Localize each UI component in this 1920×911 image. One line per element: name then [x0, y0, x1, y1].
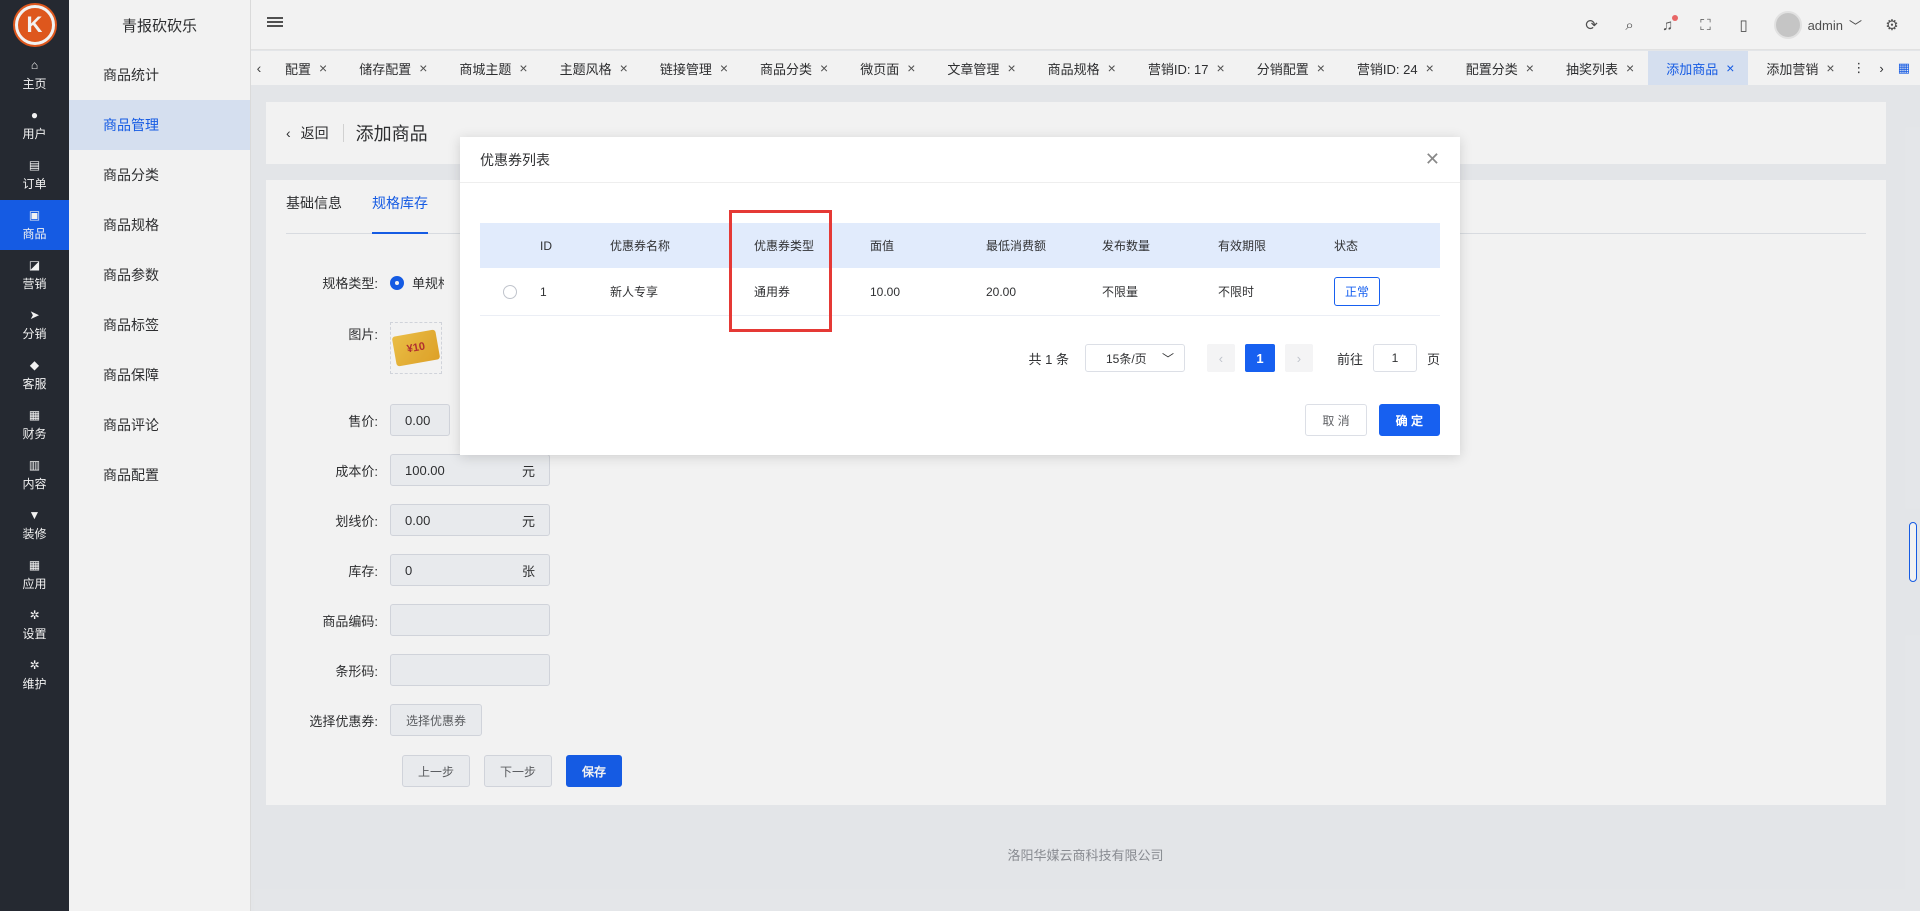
goto-page-input[interactable]: 1 [1372, 344, 1417, 372]
dialog-title: 优惠券列表 [480, 151, 550, 168]
col-type: 优惠券类型 [754, 239, 815, 253]
col-value: 面值 [870, 239, 895, 253]
next-page-button[interactable]: › [1284, 344, 1313, 372]
col-expire: 有效期限 [1218, 239, 1267, 253]
chevron-down-icon: ﹀ [1161, 351, 1174, 366]
cell-expire: 不限时 [1218, 285, 1255, 299]
coupon-list-dialog: 优惠券列表 ✕ ID 优惠券名称 优惠券类型 面值 最低消费额 发布数量 有效期… [460, 137, 1460, 455]
cell-id: 1 [540, 284, 547, 299]
goto-label: 前往 [1336, 351, 1363, 367]
table-row[interactable]: 1 新人专享 通用券 10.00 20.00 不限量 不限时 正常 [480, 268, 1440, 316]
cell-type: 通用券 [754, 285, 791, 299]
pager-total: 共 1 条 [1028, 351, 1069, 367]
col-name: 优惠券名称 [610, 239, 671, 253]
col-min: 最低消费额 [986, 239, 1047, 253]
cell-min: 20.00 [986, 284, 1017, 299]
cancel-button[interactable]: 取 消 [1305, 404, 1367, 436]
cell-name: 新人专享 [610, 285, 659, 299]
cell-value: 10.00 [870, 284, 901, 299]
col-count: 发布数量 [1102, 239, 1151, 253]
col-id: ID [540, 238, 552, 253]
confirm-button[interactable]: 确 定 [1378, 404, 1440, 436]
dialog-footer: 取 消 确 定 [1305, 404, 1440, 436]
pagination: 共 1 条 15条/页 ﹀ ‹ 1 › 前往 1 页 [1028, 344, 1440, 372]
status-badge: 正常 [1334, 277, 1381, 306]
close-icon[interactable]: ✕ [1425, 149, 1440, 170]
page-size-value: 15条/页 [1105, 351, 1147, 366]
page-size-select[interactable]: 15条/页 ﹀ [1084, 344, 1185, 372]
coupon-table: ID 优惠券名称 优惠券类型 面值 最低消费额 发布数量 有效期限 状态 1 新… [480, 223, 1440, 316]
page-number-current[interactable]: 1 [1244, 344, 1275, 372]
page-unit: 页 [1426, 351, 1440, 367]
cell-count: 不限量 [1102, 285, 1139, 299]
table-header: ID 优惠券名称 优惠券类型 面值 最低消费额 发布数量 有效期限 状态 [480, 223, 1440, 268]
prev-page-button[interactable]: ‹ [1206, 344, 1235, 372]
col-status: 状态 [1334, 239, 1359, 253]
row-select-radio[interactable] [503, 284, 517, 299]
